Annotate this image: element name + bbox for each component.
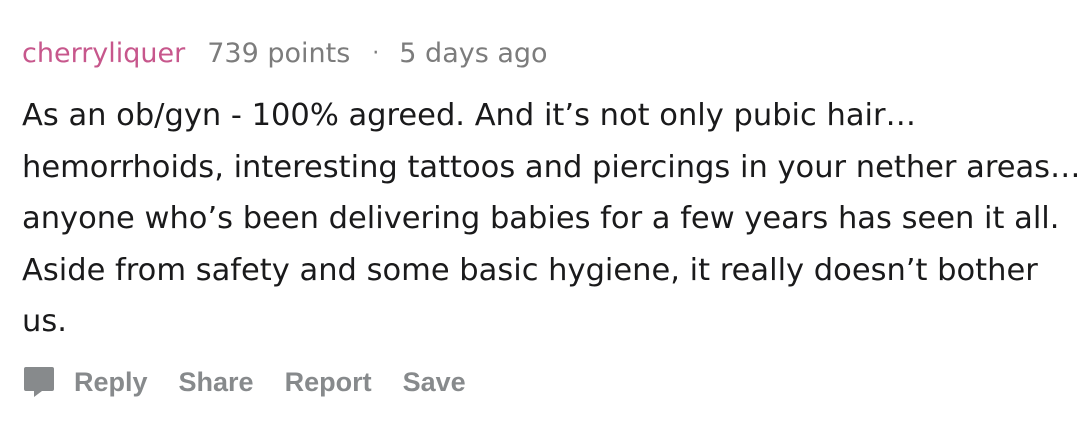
share-button[interactable]: Share xyxy=(179,367,254,398)
comment-timestamp[interactable]: 5 days ago xyxy=(399,38,547,69)
comment-score: 739 points xyxy=(207,38,351,69)
comment-meta: cherryliquer 739 points · 5 days ago xyxy=(22,38,1082,80)
comment-actions: Reply Share Report Save xyxy=(22,362,497,402)
save-button[interactable]: Save xyxy=(403,367,466,398)
meta-separator: · xyxy=(372,41,380,66)
comment-author-link[interactable]: cherryliquer xyxy=(22,38,185,69)
comment-text: As an ob/gyn - 100% agreed. And it’s not… xyxy=(22,98,1081,339)
comment-body: As an ob/gyn - 100% agreed. And it’s not… xyxy=(22,90,1084,348)
speech-bubble-icon[interactable] xyxy=(22,365,56,399)
comment: cherryliquer 739 points · 5 days ago As … xyxy=(22,38,1082,348)
reply-button[interactable]: Reply xyxy=(74,367,148,398)
report-button[interactable]: Report xyxy=(285,367,372,398)
